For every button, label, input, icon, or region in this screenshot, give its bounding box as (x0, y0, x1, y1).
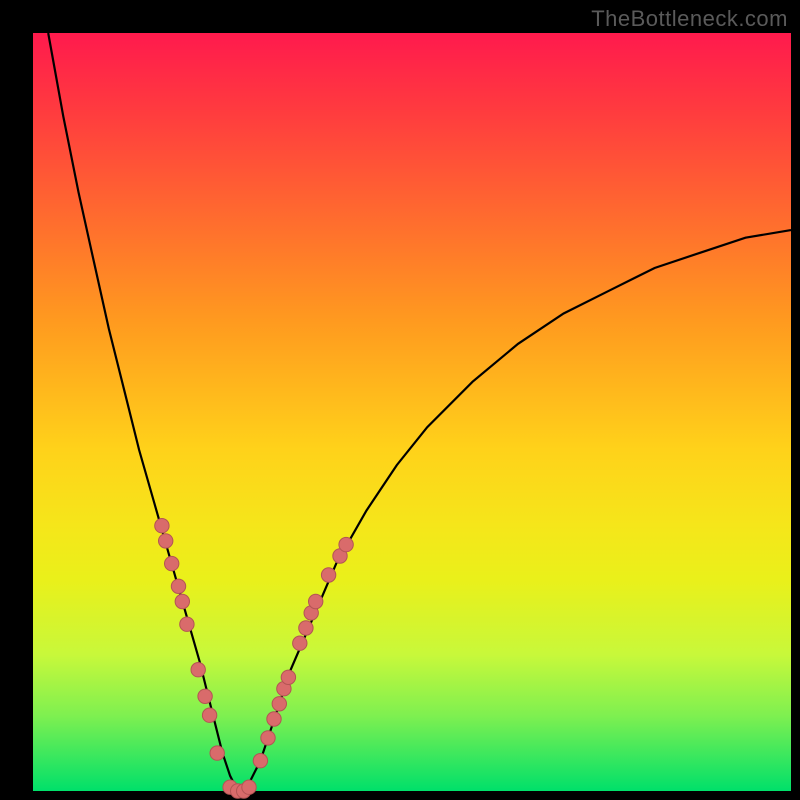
marker-dot (171, 579, 185, 593)
marker-dot (155, 519, 169, 533)
marker-dot (253, 754, 267, 768)
curve-svg (33, 33, 791, 791)
marker-dot (180, 617, 194, 631)
marker-dot (175, 594, 189, 608)
marker-dot (299, 621, 313, 635)
marker-dot (272, 697, 286, 711)
marker-dot (281, 670, 295, 684)
marker-dot (202, 708, 216, 722)
marker-dot (293, 636, 307, 650)
marker-dot (339, 537, 353, 551)
marker-dot (261, 731, 275, 745)
marker-dot (165, 556, 179, 570)
chart-frame: TheBottleneck.com (0, 0, 800, 800)
marker-dot (210, 746, 224, 760)
marker-dot (242, 780, 256, 794)
plot-area (33, 33, 791, 791)
marker-dot (159, 534, 173, 548)
watermark-text: TheBottleneck.com (591, 6, 788, 32)
marker-dot (267, 712, 281, 726)
bottleneck-curve (48, 33, 791, 791)
marker-dot (321, 568, 335, 582)
marker-dot (309, 594, 323, 608)
marker-dot (198, 689, 212, 703)
marker-dot (191, 663, 205, 677)
marker-group (155, 519, 354, 799)
